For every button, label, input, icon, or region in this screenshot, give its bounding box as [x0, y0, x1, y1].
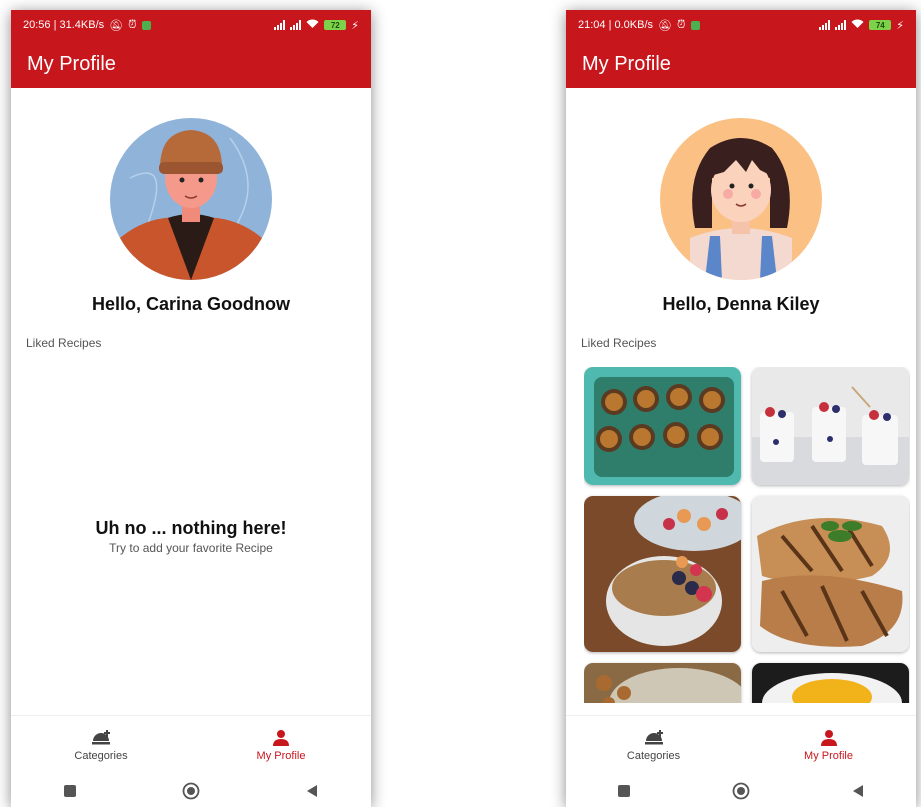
nav-label: My Profile — [256, 749, 306, 762]
nav-my-profile[interactable]: My Profile — [191, 716, 371, 774]
recipe-card[interactable] — [584, 496, 741, 652]
alarm-icon: ⏰︎ — [677, 18, 686, 31]
battery-icon: 72 — [324, 20, 347, 30]
status-time-speed: 20:56 | 31.4KB/s — [23, 19, 105, 31]
empty-state-title: Uh no ... nothing here! — [95, 518, 287, 538]
battery-icon: 74 — [869, 20, 892, 30]
recipe-card[interactable] — [752, 496, 909, 652]
recents-square-icon[interactable] — [63, 784, 77, 798]
signal-icon — [290, 20, 302, 30]
liked-recipes-heading: Liked Recipes — [581, 336, 657, 350]
food-tray-icon — [644, 729, 663, 744]
system-navigation-bar — [566, 775, 916, 807]
signal-icon — [274, 20, 286, 30]
recipe-card[interactable] — [752, 663, 909, 703]
notification-icon — [141, 20, 151, 30]
nav-label: Categories — [74, 749, 128, 762]
recipe-card[interactable] — [584, 663, 741, 703]
avatar — [660, 118, 822, 280]
page-title: My Profile — [27, 52, 116, 75]
avatar — [110, 118, 272, 280]
notification-icon — [690, 20, 700, 30]
phone-screen-empty: 20:56 | 31.4KB/s 🔕︎ ⏰︎ 72 ⚡︎ My Profile — [11, 10, 371, 807]
recents-square-icon[interactable] — [617, 784, 631, 798]
signal-icon — [819, 20, 831, 30]
status-bar: 21:04 | 0.0KB/s 🔕︎ ⏰︎ 74 ⚡︎ — [566, 10, 916, 40]
recipe-card[interactable] — [584, 367, 741, 485]
person-icon — [820, 729, 837, 746]
wifi-icon — [306, 19, 319, 32]
system-navigation-bar — [11, 775, 371, 807]
recipe-image-muffins-tray — [584, 367, 741, 485]
recipe-image-yogurt-parfait-cups — [752, 367, 909, 485]
phone-screen-with-recipes: 21:04 | 0.0KB/s 🔕︎ ⏰︎ 74 ⚡︎ My Profile H… — [566, 10, 916, 807]
recipe-image-egg-dish — [752, 663, 909, 703]
page-title: My Profile — [582, 52, 671, 75]
recipe-image-granola-berry-bowl — [584, 496, 741, 652]
mute-icon: 🔕︎ — [658, 19, 672, 32]
wifi-icon — [851, 19, 864, 32]
nav-label: My Profile — [804, 749, 853, 762]
nav-my-profile[interactable]: My Profile — [741, 716, 916, 774]
recipe-image-nuts-bowl — [584, 663, 741, 703]
back-triangle-icon[interactable] — [851, 784, 865, 798]
recipe-image-grilled-chicken — [752, 496, 909, 652]
alarm-icon: ⏰︎ — [128, 18, 137, 31]
greeting: Hello, Denna Kiley — [662, 294, 820, 314]
nav-label: Categories — [626, 749, 681, 762]
charging-icon: ⚡︎ — [896, 19, 904, 32]
back-triangle-icon[interactable] — [305, 784, 319, 798]
bottom-navigation: Categories My Profile — [566, 715, 916, 774]
status-bar: 20:56 | 31.4KB/s 🔕︎ ⏰︎ 72 ⚡︎ — [11, 10, 371, 40]
person-icon — [273, 729, 289, 746]
recipe-card[interactable] — [752, 367, 909, 485]
recipe-grid — [584, 367, 910, 703]
home-circle-icon[interactable] — [732, 782, 750, 800]
mute-icon: 🔕︎ — [109, 19, 124, 32]
signal-icon — [835, 20, 847, 30]
app-bar: My Profile — [11, 40, 371, 88]
liked-recipes-heading: Liked Recipes — [26, 336, 102, 350]
bottom-navigation: Categories My Profile — [11, 715, 371, 774]
status-time-speed: 21:04 | 0.0KB/s — [578, 19, 654, 31]
nav-categories[interactable]: Categories — [11, 716, 191, 774]
greeting: Hello, Carina Goodnow — [91, 294, 290, 314]
food-tray-icon — [92, 729, 110, 744]
nav-categories[interactable]: Categories — [566, 716, 741, 774]
charging-icon: ⚡︎ — [351, 19, 359, 32]
home-circle-icon[interactable] — [182, 782, 200, 800]
app-bar: My Profile — [566, 40, 916, 88]
empty-state-subtitle: Try to add your favorite Recipe — [109, 541, 273, 555]
